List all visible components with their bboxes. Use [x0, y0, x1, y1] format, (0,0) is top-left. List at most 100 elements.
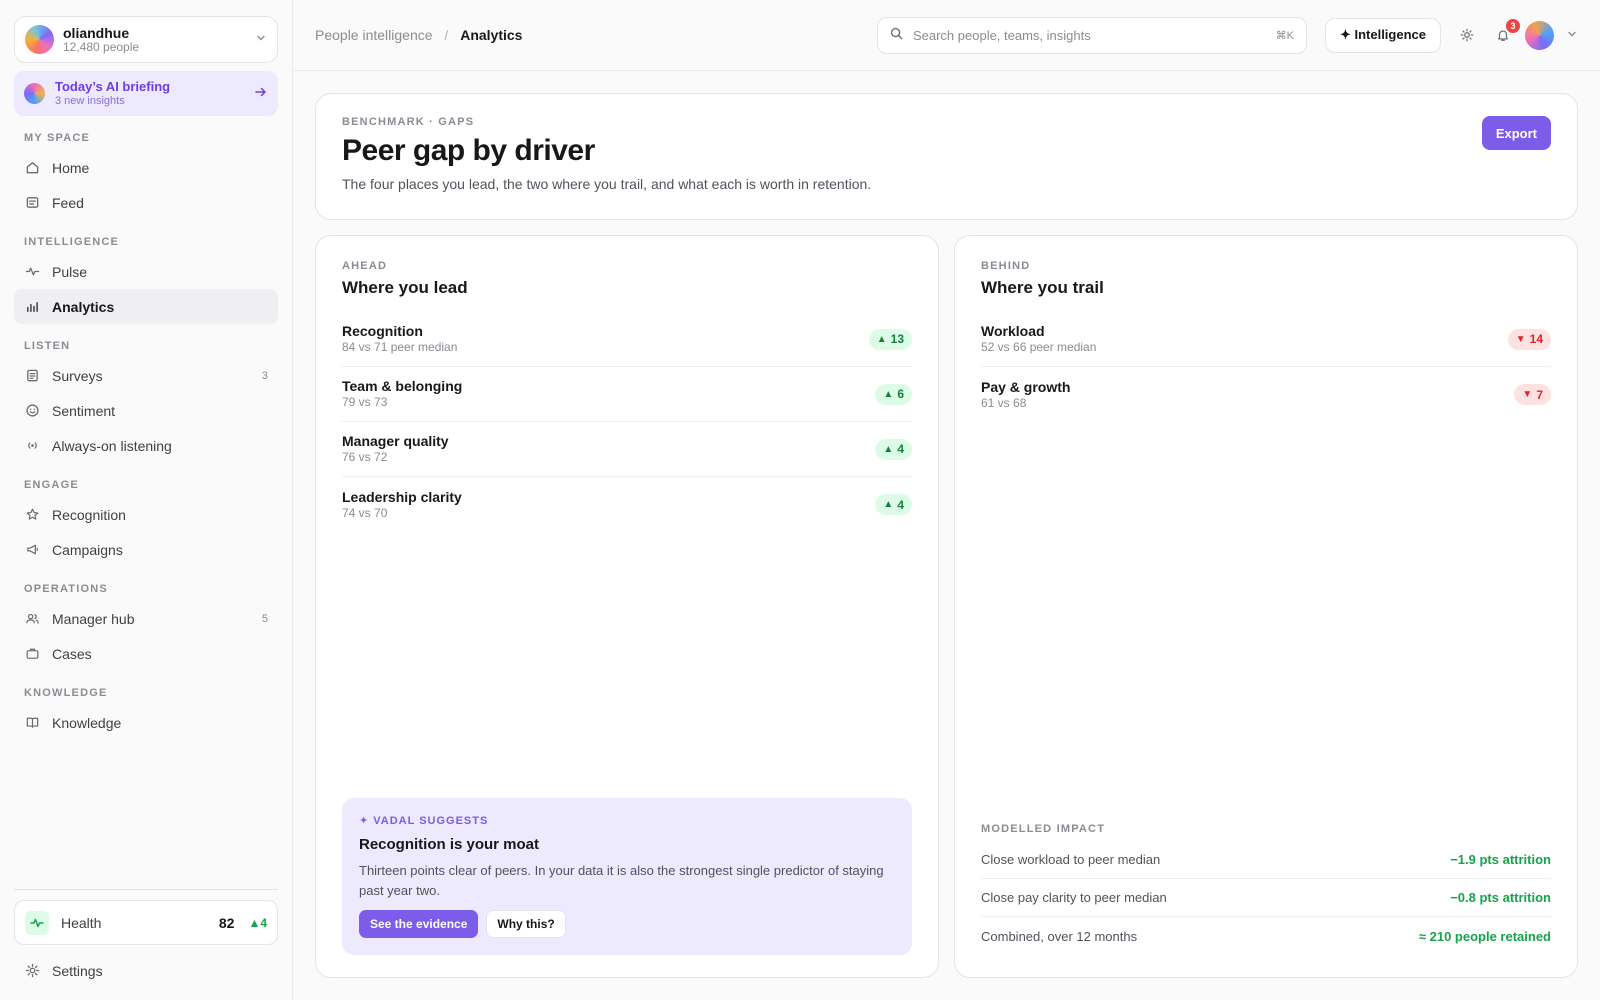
count-badge: 5	[261, 612, 268, 625]
briefing-subtitle: 3 new insights	[55, 94, 125, 107]
driver-row[interactable]: Pay & growth 61 vs 68 ▼ 7	[981, 367, 1551, 422]
topbar: People intelligence / Analytics ⌘K ✦ Int…	[293, 0, 1600, 71]
sidebar-item-label: Pulse	[52, 263, 88, 280]
chevron-down-icon	[255, 32, 267, 47]
sidebar-item-label: Always-on listening	[52, 437, 172, 454]
sidebar-item-manager-hub[interactable]: Manager hub 5	[14, 601, 278, 636]
org-size: 12,480 people	[63, 39, 140, 54]
health-widget[interactable]: Health 82 ▲4	[14, 900, 278, 945]
nav-section-label: OPERATIONS	[24, 583, 108, 595]
driver-text: Leadership clarity 74 vs 70	[342, 488, 875, 522]
sidebar-item-sentiment[interactable]: Sentiment	[14, 393, 278, 428]
book-icon	[24, 715, 40, 731]
sidebar-item-surveys[interactable]: Surveys 3	[14, 358, 278, 393]
ahead-eyebrow: AHEAD	[342, 260, 388, 272]
nav-section-label: ENGAGE	[24, 479, 79, 491]
gap-badge: ▲ 6	[875, 383, 912, 405]
nav-section-label: KNOWLEDGE	[24, 687, 108, 699]
search-input[interactable]	[912, 27, 1276, 43]
suggestion-title: Recognition is your moat	[359, 836, 540, 853]
triangle-down-icon: ▼	[1522, 389, 1533, 400]
gap-badge: ▲ 4	[875, 438, 912, 460]
why-this-button[interactable]: Why this?	[486, 910, 566, 938]
sidebar-item-cases[interactable]: Cases	[14, 636, 278, 671]
health-delta: ▲4	[248, 915, 267, 930]
gap-badge: ▲ 4	[875, 494, 912, 515]
ahead-card: AHEAD Where you lead Recognition 84 vs 71…	[315, 235, 939, 978]
sidebar-item-pulse[interactable]: Pulse	[14, 254, 278, 289]
avatar[interactable]	[1525, 20, 1554, 50]
page-subtitle: The four places you lead, the two where …	[342, 176, 872, 192]
sidebar-item-label: Cases	[52, 645, 92, 662]
intelligence-button[interactable]: ✦ Intelligence	[1324, 17, 1441, 53]
sidebar-item-settings[interactable]: Settings	[14, 953, 278, 988]
sidebar-item-home[interactable]: Home	[14, 150, 278, 185]
chevron-down-icon[interactable]	[1566, 28, 1578, 43]
sidebar-footer: Health 82 ▲4 Settings	[14, 889, 278, 988]
content: BENCHMARK · GAPS Peer gap by driver The …	[293, 71, 1600, 1000]
impact-value: −0.8 pts attrition	[1450, 890, 1551, 905]
sidebar-item-analytics[interactable]: Analytics	[14, 289, 278, 324]
arrow-right-icon	[254, 85, 268, 102]
suggestion-actions: See the evidence Why this?	[359, 910, 895, 938]
ai-briefing-card[interactable]: Today’s AI briefing 3 new insights	[14, 71, 278, 116]
sidebar-item-label: Campaigns	[52, 541, 123, 558]
driver-row[interactable]: Team & belonging 79 vs 73 ▲ 6	[342, 367, 912, 422]
impact-label-text: Close pay clarity to peer median	[981, 890, 1167, 905]
sidebar-item-knowledge[interactable]: Knowledge	[14, 705, 278, 740]
driver-text: Pay & growth 61 vs 68	[981, 378, 1514, 412]
gear-icon	[24, 963, 40, 979]
feed-icon	[24, 195, 40, 211]
suggestion-eyebrow: ✦ VADAL SUGGESTS	[359, 815, 489, 827]
ai-orb-icon	[24, 83, 45, 104]
bell-icon[interactable]: 3	[1493, 19, 1520, 45]
notification-badge: 3	[1506, 19, 1520, 33]
behind-list: Workload 52 vs 66 peer median ▼ 14 Pay & gro…	[981, 312, 1551, 422]
divider	[14, 889, 278, 890]
sidebar-item-feed[interactable]: Feed	[14, 185, 278, 220]
impact-label-text: Combined, over 12 months	[981, 928, 1138, 944]
driver-row[interactable]: Recognition 84 vs 71 peer median ▲ 13	[342, 312, 912, 367]
home-icon	[24, 160, 40, 176]
bar-chart-icon	[24, 299, 40, 315]
triangle-up-icon: ▲	[883, 443, 894, 455]
export-button[interactable]: Export	[1481, 116, 1551, 150]
driver-text: Manager quality 76 vs 72	[342, 432, 875, 466]
gap-value: 6	[897, 387, 904, 401]
driver-name: Manager quality	[342, 433, 449, 450]
gap-badge: ▼ 14	[1507, 328, 1551, 350]
driver-text: Workload 52 vs 66 peer median	[981, 322, 1508, 356]
impact-value: −1.9 pts attrition	[1450, 852, 1551, 867]
modelled-impact: MODELLED IMPACT Close workload to peer m…	[981, 823, 1551, 955]
sidebar-item-label: Recognition	[52, 506, 126, 523]
breadcrumb-parent[interactable]: People intelligence	[315, 27, 433, 43]
impact-value: ≈ 210 people retained	[1418, 928, 1551, 944]
driver-comparison: 61 vs 68	[981, 395, 1027, 410]
app-root: oliandhue 12,480 people Today’s AI brief…	[0, 0, 1600, 1000]
search-box[interactable]: ⌘K	[876, 16, 1307, 54]
sidebar-item-label: Feed	[52, 194, 84, 211]
org-switcher[interactable]: oliandhue 12,480 people	[14, 16, 278, 63]
driver-row[interactable]: Manager quality 76 vs 72 ▲ 4	[342, 422, 912, 477]
driver-name: Team & belonging	[342, 378, 463, 395]
sidebar-item-always-on-listening[interactable]: Always-on listening	[14, 428, 278, 463]
sidebar-item-recognition[interactable]: Recognition	[14, 497, 278, 532]
nav-section-label: LISTEN	[24, 340, 71, 352]
briefcase-icon	[24, 646, 40, 662]
driver-row[interactable]: Leadership clarity 74 vs 70 ▲ 4	[342, 477, 912, 532]
driver-text: Team & belonging 79 vs 73	[342, 377, 875, 411]
driver-row[interactable]: Workload 52 vs 66 peer median ▼ 14	[981, 312, 1551, 367]
search-shortcut: ⌘K	[1275, 29, 1294, 42]
see-evidence-button[interactable]: See the evidence	[359, 910, 479, 938]
smile-icon	[24, 403, 40, 419]
breadcrumb: People intelligence / Analytics	[315, 27, 522, 43]
org-avatar	[25, 25, 54, 54]
briefing-text: Today’s AI briefing 3 new insights	[55, 79, 254, 108]
ahead-list: Recognition 84 vs 71 peer median ▲ 13 Team &…	[342, 312, 912, 532]
sidebar-item-campaigns[interactable]: Campaigns	[14, 532, 278, 567]
pulse-icon	[24, 264, 40, 280]
driver-name: Pay & growth	[981, 378, 1071, 395]
sun-icon[interactable]	[1457, 25, 1477, 45]
